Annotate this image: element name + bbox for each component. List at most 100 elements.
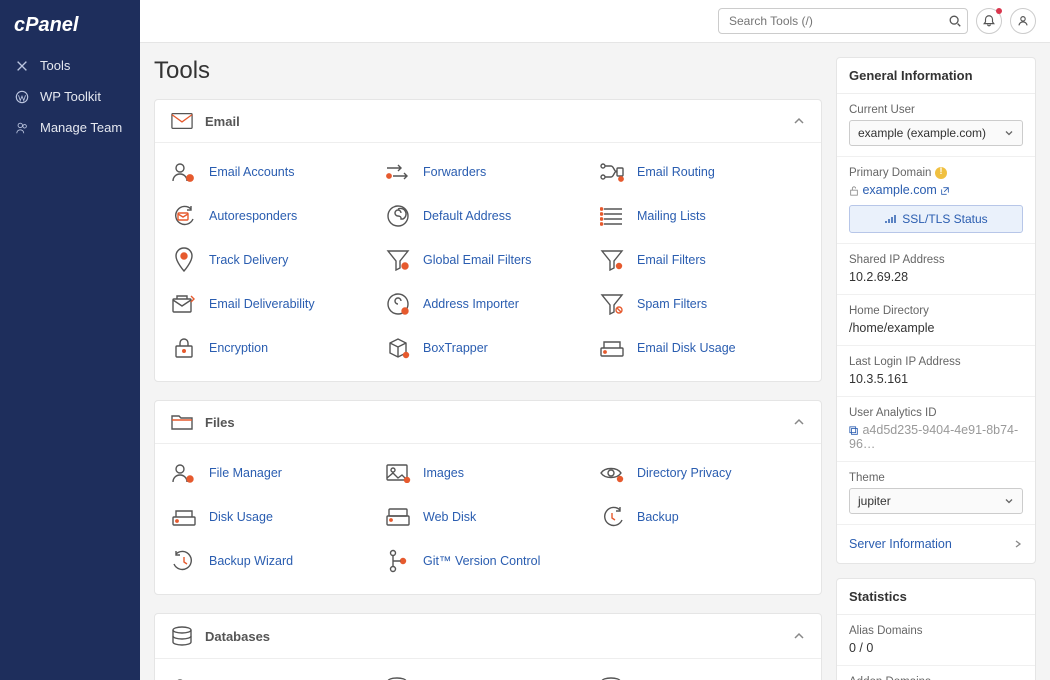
tool-mysql-databases[interactable]: MySQL® Databases bbox=[385, 667, 591, 680]
last-login-ip-label: Last Login IP Address bbox=[849, 356, 1023, 368]
theme-label: Theme bbox=[849, 472, 1023, 484]
address-importer-icon bbox=[385, 291, 411, 317]
statistics-panel: Statistics Alias Domains 0 / 0 Addon Dom… bbox=[836, 578, 1036, 680]
ssl-tls-status-button[interactable]: SSL/TLS Status bbox=[849, 205, 1023, 233]
current-user-label: Current User bbox=[849, 104, 1023, 116]
notifications-button[interactable] bbox=[976, 8, 1002, 34]
tool-disk-usage[interactable]: Disk Usage bbox=[171, 496, 377, 538]
tool-email-routing[interactable]: Email Routing bbox=[599, 151, 805, 193]
notification-dot-icon bbox=[996, 8, 1002, 14]
sidebar: cPanel Tools WP Toolkit Manage Team bbox=[0, 0, 140, 680]
tool-default-address[interactable]: Default Address bbox=[385, 195, 591, 237]
chevron-up-icon[interactable] bbox=[793, 115, 805, 127]
files-group-icon bbox=[171, 413, 193, 431]
email-routing-icon bbox=[599, 159, 625, 185]
panel-databases: Databases phpphpMyAdmin MySQL® Databases… bbox=[154, 613, 822, 680]
mysql-databases-icon bbox=[385, 675, 411, 680]
tool-mysql-database-wizard[interactable]: MySQL® Database Wizard bbox=[599, 667, 805, 680]
panel-head-files[interactable]: Files bbox=[155, 401, 821, 444]
current-user-select[interactable]: example (example.com) bbox=[849, 120, 1023, 146]
tool-email-filters[interactable]: Email Filters bbox=[599, 239, 805, 281]
disk-usage-icon bbox=[171, 504, 197, 530]
file-manager-icon bbox=[171, 460, 197, 486]
tool-mailing-lists[interactable]: Mailing Lists bbox=[599, 195, 805, 237]
last-login-ip-value: 10.3.5.161 bbox=[849, 372, 1023, 386]
tool-track-delivery[interactable]: Track Delivery bbox=[171, 239, 377, 281]
alias-domains-label: Alias Domains bbox=[849, 625, 1023, 637]
tool-phpmyadmin[interactable]: phpphpMyAdmin bbox=[171, 667, 377, 680]
general-info-title: General Information bbox=[837, 58, 1035, 94]
copy-icon[interactable] bbox=[849, 426, 859, 436]
search-icon[interactable] bbox=[948, 14, 962, 28]
sidebar-label: WP Toolkit bbox=[40, 89, 101, 104]
statistics-title: Statistics bbox=[837, 579, 1035, 615]
theme-select[interactable]: jupiter bbox=[849, 488, 1023, 514]
phpmyadmin-icon: php bbox=[171, 675, 197, 680]
web-disk-icon bbox=[385, 504, 411, 530]
panel-head-email[interactable]: Email bbox=[155, 100, 821, 143]
sidebar-item-tools[interactable]: Tools bbox=[0, 50, 140, 81]
email-group-icon bbox=[171, 112, 193, 130]
sidebar-item-manage-team[interactable]: Manage Team bbox=[0, 112, 140, 143]
addon-domains-label: Addon Domains bbox=[849, 676, 1023, 680]
alias-domains-value: 0 / 0 bbox=[849, 641, 1023, 655]
backup-icon bbox=[599, 504, 625, 530]
tool-backup[interactable]: Backup bbox=[599, 496, 805, 538]
signal-icon bbox=[884, 213, 896, 225]
tool-boxtrapper[interactable]: BoxTrapper bbox=[385, 327, 591, 369]
spam-filters-icon bbox=[599, 291, 625, 317]
external-link-icon bbox=[940, 186, 950, 196]
primary-domain-link[interactable]: example.com bbox=[862, 183, 936, 197]
warning-icon bbox=[935, 167, 947, 179]
cpanel-logo[interactable]: cPanel bbox=[0, 8, 140, 50]
home-dir-value: /home/example bbox=[849, 321, 1023, 335]
images-icon bbox=[385, 460, 411, 486]
wordpress-icon bbox=[14, 90, 30, 104]
tool-images[interactable]: Images bbox=[385, 452, 591, 494]
panel-head-databases[interactable]: Databases bbox=[155, 614, 821, 659]
chevron-right-icon bbox=[1013, 539, 1023, 549]
home-dir-label: Home Directory bbox=[849, 305, 1023, 317]
server-information-link[interactable]: Server Information bbox=[837, 525, 1035, 563]
analytics-id-label: User Analytics ID bbox=[849, 407, 1023, 419]
chevron-up-icon[interactable] bbox=[793, 630, 805, 642]
sidebar-item-wp-toolkit[interactable]: WP Toolkit bbox=[0, 81, 140, 112]
chevron-down-icon bbox=[1004, 128, 1014, 138]
search-input[interactable] bbox=[718, 8, 968, 34]
tool-global-email-filters[interactable]: Global Email Filters bbox=[385, 239, 591, 281]
tool-web-disk[interactable]: Web Disk bbox=[385, 496, 591, 538]
panel-title: Databases bbox=[205, 629, 793, 644]
backup-wizard-icon bbox=[171, 548, 197, 574]
chevron-up-icon[interactable] bbox=[793, 416, 805, 428]
tool-backup-wizard[interactable]: Backup Wizard bbox=[171, 540, 377, 582]
encryption-icon bbox=[171, 335, 197, 361]
user-menu-button[interactable] bbox=[1010, 8, 1036, 34]
panel-title: Files bbox=[205, 415, 793, 430]
mailing-lists-icon bbox=[599, 203, 625, 229]
tool-email-deliverability[interactable]: Email Deliverability bbox=[171, 283, 377, 325]
tool-directory-privacy[interactable]: Directory Privacy bbox=[599, 452, 805, 494]
analytics-id-value: a4d5d235-9404-4e91-8b74-96… bbox=[849, 423, 1018, 451]
tool-address-importer[interactable]: Address Importer bbox=[385, 283, 591, 325]
sidebar-label: Manage Team bbox=[40, 120, 122, 135]
tool-email-disk-usage[interactable]: Email Disk Usage bbox=[599, 327, 805, 369]
tool-git-version-control[interactable]: Git™ Version Control bbox=[385, 540, 591, 582]
shared-ip-label: Shared IP Address bbox=[849, 254, 1023, 266]
tool-spam-filters[interactable]: Spam Filters bbox=[599, 283, 805, 325]
autoresponders-icon bbox=[171, 203, 197, 229]
email-disk-usage-icon bbox=[599, 335, 625, 361]
tool-file-manager[interactable]: File Manager bbox=[171, 452, 377, 494]
deliverability-icon bbox=[171, 291, 197, 317]
page-title: Tools bbox=[154, 57, 822, 85]
tool-email-accounts[interactable]: Email Accounts bbox=[171, 151, 377, 193]
shared-ip-value: 10.2.69.28 bbox=[849, 270, 1023, 284]
track-delivery-icon bbox=[171, 247, 197, 273]
tool-autoresponders[interactable]: Autoresponders bbox=[171, 195, 377, 237]
tool-forwarders[interactable]: Forwarders bbox=[385, 151, 591, 193]
databases-group-icon bbox=[171, 626, 193, 646]
tool-encryption[interactable]: Encryption bbox=[171, 327, 377, 369]
directory-privacy-icon bbox=[599, 460, 625, 486]
email-accounts-icon bbox=[171, 159, 197, 185]
topbar bbox=[140, 0, 1050, 43]
global-filters-icon bbox=[385, 247, 411, 273]
